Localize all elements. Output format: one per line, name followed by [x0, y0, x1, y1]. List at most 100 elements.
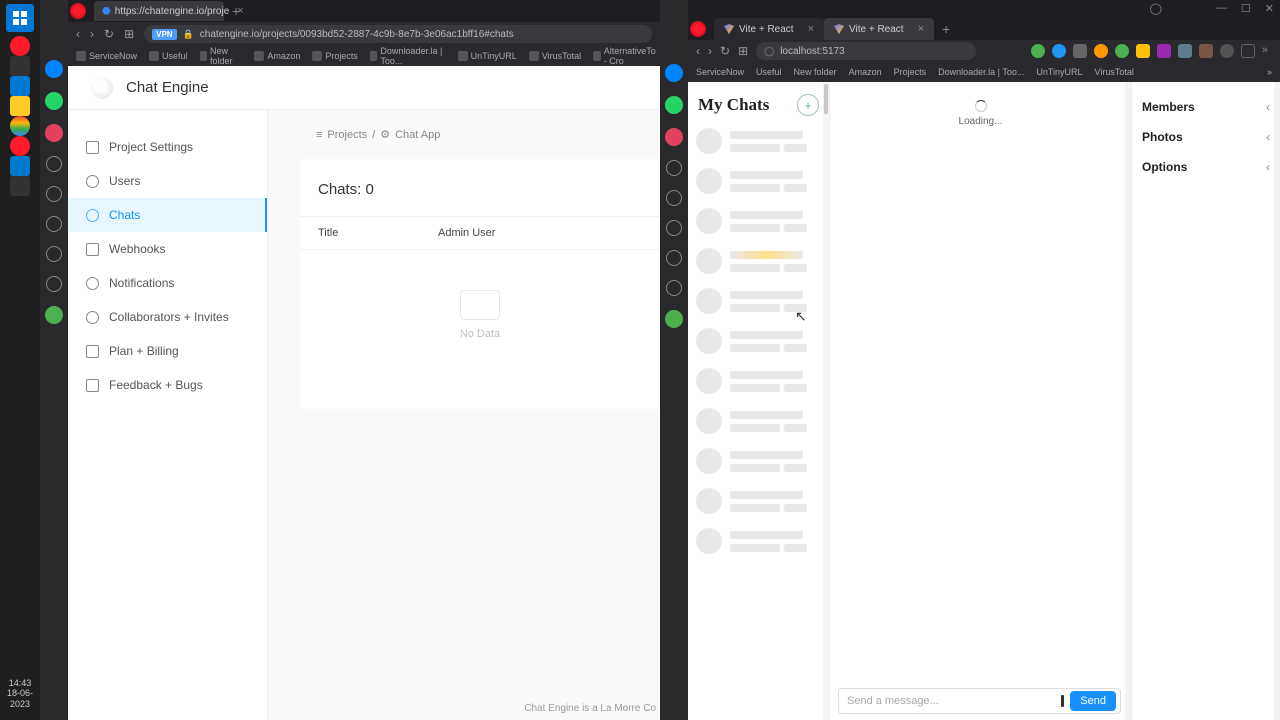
bulb-icon[interactable] [46, 276, 62, 292]
ext-icon[interactable] [1136, 44, 1150, 58]
download-icon[interactable] [1241, 44, 1255, 58]
attach-icon[interactable] [1061, 695, 1064, 707]
heart-icon[interactable] [666, 220, 682, 236]
bookmark[interactable]: New folder [200, 46, 243, 66]
browser-tab[interactable]: ⬣ https://chatengine.io/proje × [94, 1, 224, 21]
speed-dial-icon[interactable]: ⊞ [738, 44, 748, 58]
new-tab-button[interactable]: + [942, 21, 950, 37]
whatsapp-icon[interactable] [665, 96, 683, 114]
instagram-icon[interactable] [45, 124, 63, 142]
overflow-icon[interactable]: » [1262, 44, 1268, 58]
ext-icon[interactable] [1094, 44, 1108, 58]
photos-section[interactable]: Photos‹ [1140, 122, 1272, 152]
reload-button[interactable]: ↻ [720, 44, 730, 58]
send-button[interactable]: Send [1070, 691, 1116, 711]
terminal-taskbar-icon[interactable] [10, 176, 30, 196]
messenger-icon[interactable] [45, 60, 63, 78]
close-button[interactable]: ✕ [1265, 2, 1274, 15]
ext-icon[interactable] [1157, 44, 1171, 58]
close-tab-icon[interactable]: × [808, 23, 814, 35]
history-icon[interactable] [666, 250, 682, 266]
bookmark[interactable]: ServiceNow [696, 67, 744, 77]
start-button[interactable] [6, 4, 34, 32]
edge-taskbar-icon[interactable] [10, 76, 30, 96]
opera-logo-icon[interactable] [70, 3, 86, 19]
bookmark[interactable]: ServiceNow [76, 51, 137, 61]
opera-logo-icon[interactable] [690, 21, 706, 37]
opera-taskbar-icon[interactable] [10, 36, 30, 56]
scrollbar[interactable] [823, 82, 829, 720]
scrollbar[interactable] [1125, 82, 1131, 720]
bookmark-overflow[interactable]: » [1267, 67, 1272, 77]
ext-icon[interactable] [1199, 44, 1213, 58]
play-icon[interactable] [46, 186, 62, 202]
bookmark[interactable]: AlternativeTo - Cro [593, 46, 660, 66]
options-section[interactable]: Options‹ [1140, 152, 1272, 182]
maximize-button[interactable]: ☐ [1241, 2, 1251, 15]
heart-icon[interactable] [46, 216, 62, 232]
browser-tab-inactive[interactable]: Vite + React × [714, 18, 824, 40]
back-button[interactable]: ‹ [696, 44, 700, 58]
add-chat-button[interactable]: + [797, 94, 819, 116]
instagram-icon[interactable] [665, 128, 683, 146]
taskbar-clock[interactable]: 14:43 18-06-2023 [0, 678, 40, 710]
bookmark[interactable]: New folder [794, 67, 837, 77]
members-section[interactable]: Members‹ [1140, 92, 1272, 122]
back-button[interactable]: ‹ [76, 27, 80, 41]
minimize-button[interactable]: — [1216, 2, 1227, 15]
ext-icon[interactable] [1052, 44, 1066, 58]
sidebar-item-notifications[interactable]: Notifications [68, 266, 267, 300]
vscode-taskbar-icon[interactable] [10, 156, 30, 176]
reload-button[interactable]: ↻ [104, 27, 114, 41]
sidebar-item-collaborators[interactable]: Collaborators + Invites [68, 300, 267, 334]
opera2-taskbar-icon[interactable] [10, 136, 30, 156]
sidebar-green-icon[interactable] [45, 306, 63, 324]
vpn-badge[interactable]: VPN [152, 29, 176, 40]
bookmark[interactable]: VirusTotal [529, 51, 581, 61]
url-input[interactable]: ◯ localhost:5173 [756, 42, 976, 60]
sidebar-green-icon[interactable] [665, 310, 683, 328]
bookmark[interactable]: Useful [149, 51, 188, 61]
ext-icon[interactable] [1178, 44, 1192, 58]
close-tab-icon[interactable]: × [918, 23, 924, 35]
speed-dial-icon[interactable]: ⊞ [124, 27, 134, 41]
bookmark[interactable]: Downloader.la | Too... [370, 46, 446, 66]
bookmark[interactable]: Downloader.la | Too... [938, 67, 1024, 77]
history-icon[interactable] [46, 246, 62, 262]
ext-icon[interactable] [1073, 44, 1087, 58]
play-icon[interactable] [666, 190, 682, 206]
sidebar-item-feedback[interactable]: Feedback + Bugs [68, 368, 267, 402]
bookmark[interactable]: Amazon [254, 51, 300, 61]
sidebar-item-webhooks[interactable]: Webhooks [68, 232, 267, 266]
bookmark[interactable]: Projects [312, 51, 358, 61]
bulb-icon[interactable] [666, 280, 682, 296]
explorer-taskbar-icon[interactable] [10, 96, 30, 116]
profile-icon[interactable] [1220, 44, 1234, 58]
profile-icon[interactable]: ◯ [1150, 2, 1162, 15]
ext-icon[interactable] [1031, 44, 1045, 58]
sidebar-item-project-settings[interactable]: Project Settings [68, 130, 267, 164]
sidebar-item-plan-billing[interactable]: Plan + Billing [68, 334, 267, 368]
ext-icon[interactable] [1115, 44, 1129, 58]
url-input[interactable]: VPN 🔒 chatengine.io/projects/0093bd52-28… [144, 25, 652, 43]
scrollbar[interactable] [1274, 82, 1280, 720]
messenger-icon[interactable] [665, 64, 683, 82]
bookmark[interactable]: UnTinyURL [458, 51, 517, 61]
sidebar-icon[interactable] [46, 156, 62, 172]
forward-button[interactable]: › [708, 44, 712, 58]
sidebar-item-users[interactable]: Users [68, 164, 267, 198]
chrome-taskbar-icon[interactable] [10, 116, 30, 136]
message-input[interactable]: Send a message... [847, 695, 939, 707]
browser-tab-active[interactable]: Vite + React × [824, 18, 934, 40]
new-tab-button[interactable]: + [232, 3, 240, 19]
bookmark[interactable]: UnTinyURL [1036, 67, 1082, 77]
forward-button[interactable]: › [90, 27, 94, 41]
whatsapp-icon[interactable] [45, 92, 63, 110]
sidebar-item-chats[interactable]: Chats [68, 198, 267, 232]
breadcrumb-projects[interactable]: Projects [327, 129, 367, 141]
taskbar-app-icon[interactable] [10, 56, 30, 76]
bookmark[interactable]: Projects [894, 67, 927, 77]
bookmark[interactable]: Amazon [849, 67, 882, 77]
bookmark[interactable]: VirusTotal [1095, 67, 1134, 77]
bookmark[interactable]: Useful [756, 67, 782, 77]
